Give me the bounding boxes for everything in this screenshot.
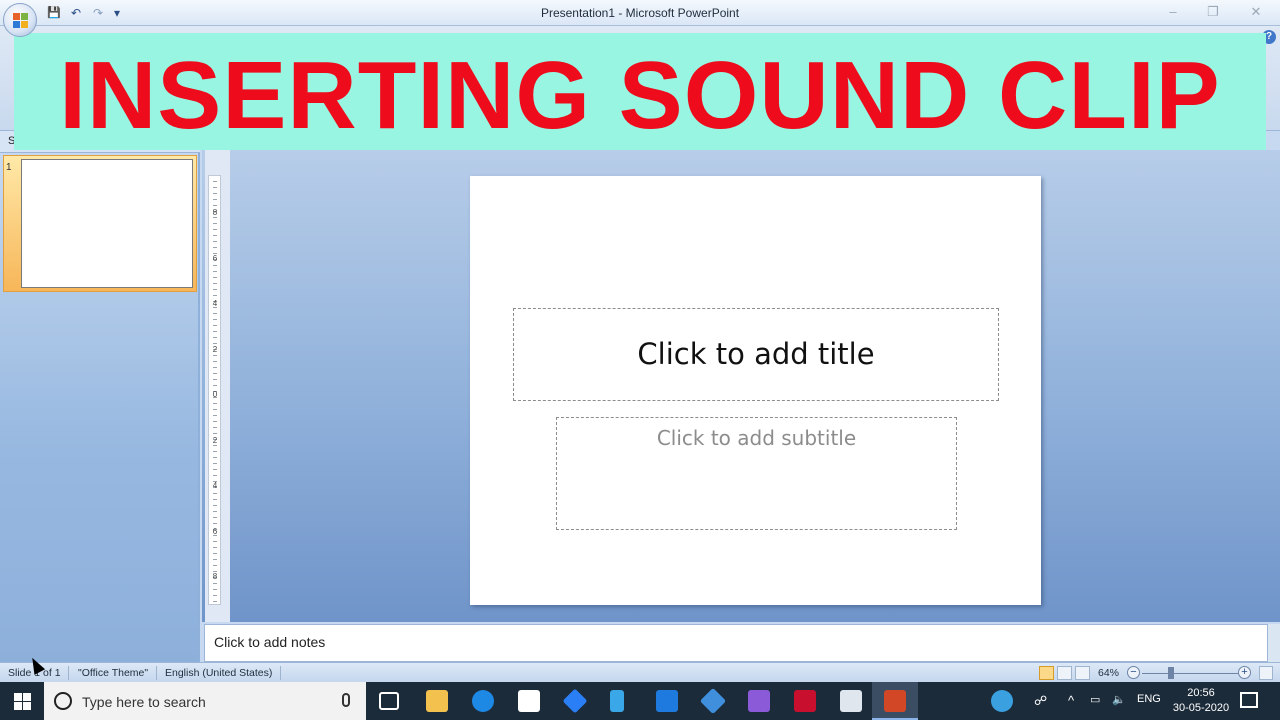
window-app-icon[interactable] xyxy=(840,690,862,712)
input-language[interactable]: ENG xyxy=(1137,693,1161,705)
edge-browser-icon[interactable] xyxy=(472,690,494,712)
office-button[interactable] xyxy=(3,3,37,37)
code-editor-icon[interactable] xyxy=(699,687,727,715)
battery-icon[interactable]: ▭ xyxy=(1090,693,1100,706)
status-separator xyxy=(280,666,281,680)
slide-thumbnail[interactable] xyxy=(21,159,193,288)
ruler-label: 2 xyxy=(212,435,218,445)
zoom-out-button[interactable]: − xyxy=(1127,666,1140,679)
theme-name: "Office Theme" xyxy=(78,667,149,679)
minimize-button[interactable]: – xyxy=(1162,3,1184,21)
clock-time: 20:56 xyxy=(1187,687,1215,699)
window-title: Presentation1 - Microsoft PowerPoint xyxy=(540,6,740,20)
close-button[interactable]: ✕ xyxy=(1245,3,1267,21)
people-icon[interactable]: ☍ xyxy=(1034,693,1047,709)
visual-studio-icon[interactable] xyxy=(748,690,770,712)
slide-sorter-view-icon[interactable] xyxy=(1057,666,1072,680)
flash-icon[interactable] xyxy=(794,690,816,712)
taskbar: Type here to search ☍ ^ ▭ 🔈 ENG 20:56 30… xyxy=(0,682,1280,720)
zoom-slider-track[interactable] xyxy=(1142,673,1238,674)
slide-show-view-icon[interactable] xyxy=(1075,666,1090,680)
title-placeholder[interactable]: Click to add title xyxy=(513,308,999,401)
task-view-icon[interactable] xyxy=(379,692,399,710)
ruler-label: 8 xyxy=(212,572,218,581)
office-logo-icon xyxy=(13,13,29,29)
subtitle-placeholder[interactable]: Click to add subtitle xyxy=(556,417,957,530)
language-indicator[interactable]: English (United States) xyxy=(165,667,272,679)
title-bar: 💾 ↶ ↷ ▾ Presentation1 - Microsoft PowerP… xyxy=(0,0,1280,26)
zoom-in-button[interactable]: + xyxy=(1238,666,1251,679)
slide-canvas[interactable]: Click to add title Click to add subtitle xyxy=(470,176,1041,605)
status-bar: Slide 1 of 1 "Office Theme" English (Uni… xyxy=(0,662,1280,682)
status-separator xyxy=(68,666,69,680)
ruler-label: 6 xyxy=(212,526,218,536)
taskbar-search[interactable]: Type here to search xyxy=(44,682,366,720)
app-icon[interactable] xyxy=(610,690,624,712)
ruler-label: 6 xyxy=(212,253,218,263)
notes-placeholder: Click to add notes xyxy=(214,634,326,650)
clock-date: 30-05-2020 xyxy=(1172,702,1230,714)
banner-text: INSERTING SOUND CLIP xyxy=(59,42,1221,149)
title-banner: INSERTING SOUND CLIP xyxy=(14,33,1266,150)
help-tray-icon[interactable] xyxy=(991,690,1013,712)
notifications-icon[interactable] xyxy=(1240,692,1258,708)
zoom-slider-thumb[interactable] xyxy=(1168,667,1174,679)
slide-thumbnail-number: 1 xyxy=(6,162,12,173)
file-explorer-icon[interactable] xyxy=(426,690,448,712)
ruler-label: 8 xyxy=(212,208,218,217)
dropbox-icon[interactable] xyxy=(562,688,588,714)
zoom-level[interactable]: 64% xyxy=(1098,667,1119,679)
title-placeholder-text: Click to add title xyxy=(637,337,875,371)
notes-scrollbar[interactable] xyxy=(1268,624,1280,662)
volume-icon[interactable]: 🔈 xyxy=(1112,693,1126,706)
ruler-label: 0 xyxy=(212,390,218,399)
fit-slide-icon[interactable] xyxy=(1259,666,1273,680)
ruler-label: 4 xyxy=(212,299,218,308)
start-button[interactable] xyxy=(0,682,44,720)
ruler-label: 4 xyxy=(212,481,218,490)
normal-view-icon[interactable] xyxy=(1039,666,1054,680)
mail-icon[interactable] xyxy=(656,690,678,712)
restore-button[interactable]: ❐ xyxy=(1202,3,1224,21)
windows-logo-icon xyxy=(14,693,22,701)
status-separator xyxy=(156,666,157,680)
microphone-icon[interactable] xyxy=(342,693,350,707)
search-placeholder: Type here to search xyxy=(82,694,206,710)
store-icon[interactable] xyxy=(518,690,540,712)
cortana-icon xyxy=(54,692,72,710)
subtitle-placeholder-text: Click to add subtitle xyxy=(656,426,857,450)
clock[interactable]: 20:56 30-05-2020 xyxy=(1168,686,1234,716)
show-hidden-icons-icon[interactable]: ^ xyxy=(1068,693,1074,708)
notes-pane[interactable]: Click to add notes xyxy=(204,624,1268,662)
ruler-label: 2 xyxy=(212,344,218,354)
powerpoint-icon xyxy=(884,690,906,712)
